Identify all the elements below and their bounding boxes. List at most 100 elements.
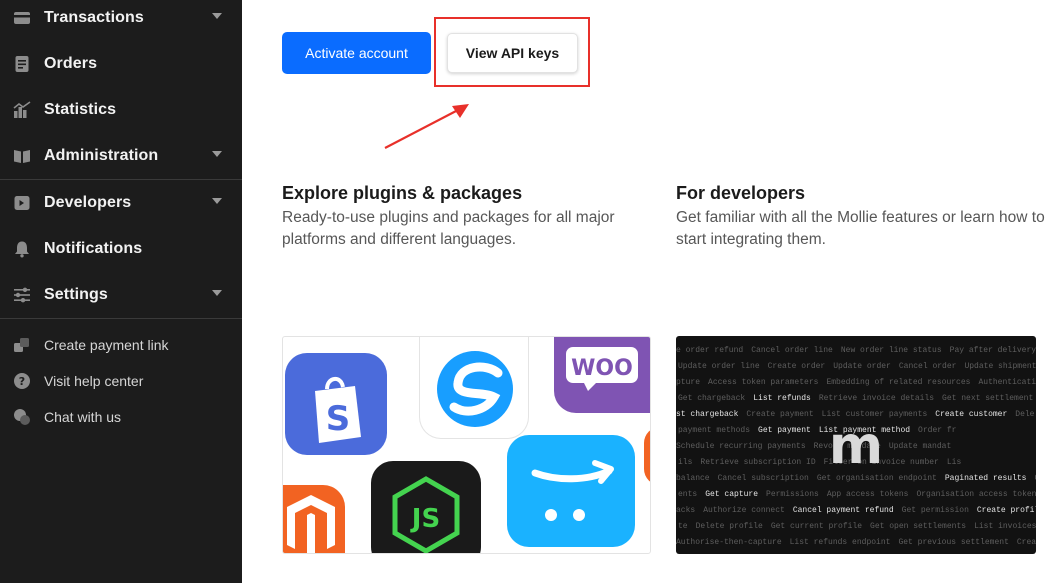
- chevron-down-icon[interactable]: [212, 151, 222, 157]
- api-endpoint-line: ents Get capture Permissions App access tok…: [678, 490, 1036, 499]
- sidebar-link-chat-with-us[interactable]: Chat with us: [0, 402, 242, 432]
- magento-logo-icon: [287, 495, 335, 553]
- api-endpoint-label: Creat: [1016, 538, 1036, 547]
- shopify-bag-icon: S: [315, 377, 361, 443]
- api-endpoint-label: Paginated results: [944, 474, 1027, 483]
- sidebar-item-statistics[interactable]: Statistics: [0, 90, 242, 130]
- api-endpoint-line: Get chargeback List refunds Retrieve invoi…: [678, 394, 1036, 403]
- api-endpoint-label: Permissions: [766, 490, 819, 499]
- api-endpoint-label: Create order: [767, 362, 826, 371]
- sidebar-link-create-payment-link[interactable]: Create payment link: [0, 330, 242, 360]
- woocommerce-tile: WOO: [554, 337, 650, 413]
- js-text: JS: [410, 504, 440, 534]
- app: Transactions Orders Statistics Administr…: [0, 0, 1055, 583]
- statistics-icon: [13, 101, 31, 118]
- api-endpoint-line: te Delete profile Get current profile Get o…: [678, 522, 1036, 531]
- sidebar-link-visit-help-center[interactable]: ? Visit help center: [0, 366, 242, 396]
- sidebar-link-label: Visit help center: [44, 373, 144, 389]
- api-endpoint-label: Organisation access tokens: [916, 490, 1036, 499]
- api-endpoint-label: Create profile: [976, 506, 1036, 515]
- api-endpoint-label: Update mandat: [888, 442, 952, 451]
- api-endpoint-label: App access tokens: [826, 490, 909, 499]
- shopping-cart-icon: [531, 460, 614, 521]
- api-endpoint-label: Cancel order line: [751, 346, 833, 355]
- api-endpoint-label: Get open settlements: [870, 522, 967, 531]
- nodejs-tile: JS: [371, 461, 481, 553]
- api-endpoint-label: Create customer: [935, 410, 1008, 419]
- api-endpoint-label: Order fr: [918, 426, 957, 435]
- api-endpoint-label: Get next settlement: [942, 394, 1034, 403]
- api-endpoint-label: Embedding of related resources: [826, 378, 971, 387]
- sidebar-item-developers[interactable]: Developers: [0, 183, 242, 223]
- sidebar-item-settings[interactable]: Settings: [0, 275, 242, 315]
- api-endpoint-label: Get capture: [705, 490, 759, 499]
- sidebar: Transactions Orders Statistics Administr…: [0, 0, 242, 583]
- sidebar-item-notifications[interactable]: Notifications: [0, 229, 242, 269]
- magento-tile: [283, 485, 345, 553]
- api-endpoint-label: Update shipment: [964, 362, 1036, 371]
- sidebar-item-label: Transactions: [44, 9, 144, 26]
- plugins-card[interactable]: S WOO JS: [282, 336, 651, 554]
- api-endpoint-label: Update order line: [678, 362, 760, 371]
- api-endpoint-line: balance Cancel subscription Get organisati…: [676, 474, 1036, 483]
- api-endpoint-label: Schedule recurring payments: [676, 442, 806, 451]
- chevron-down-icon[interactable]: [212, 13, 222, 19]
- api-endpoint-label: List refunds endpoint: [789, 538, 891, 547]
- woocommerce-logo-icon: WOO: [566, 347, 638, 391]
- api-endpoint-label: Access token parameters: [708, 378, 819, 387]
- plugins-section-title: Explore plugins & packages: [282, 183, 523, 203]
- api-endpoint-label: acks: [676, 506, 696, 515]
- sidebar-item-orders[interactable]: Orders: [0, 44, 242, 84]
- api-endpoint-label: Update order: [833, 362, 891, 371]
- api-endpoint-label: Cancel order: [898, 362, 957, 371]
- api-endpoint-label: pture: [676, 378, 701, 387]
- api-endpoint-label: Create payment: [746, 410, 814, 419]
- developers-card[interactable]: e order refund Cancel order line New order…: [676, 336, 1036, 554]
- api-endpoint-label: ents: [678, 490, 698, 499]
- chevron-down-icon[interactable]: [212, 290, 222, 296]
- sidebar-item-administration[interactable]: Administration: [0, 136, 242, 176]
- transactions-icon: [14, 12, 30, 24]
- activate-account-button[interactable]: Activate account: [282, 32, 431, 74]
- api-endpoint-label: Dele: [1015, 410, 1035, 419]
- api-endpoint-label: Get current profile: [770, 522, 863, 531]
- api-endpoint-label: balance: [676, 474, 710, 483]
- api-endpoint-label: New order line status: [840, 346, 942, 355]
- api-endpoint-label: st chargeback: [676, 410, 739, 419]
- sliders-icon: [14, 287, 30, 303]
- api-endpoint-label: Authorize connect: [703, 506, 785, 515]
- api-endpoint-line: Authorise-then-capture List refunds endpo…: [676, 538, 1036, 547]
- api-endpoint-label: Lis: [946, 458, 962, 467]
- chat-icon: [14, 409, 30, 425]
- nodejs-logo-icon: JS: [392, 476, 460, 553]
- chevron-down-icon[interactable]: [212, 198, 222, 204]
- sidebar-item-transactions[interactable]: Transactions: [0, 0, 242, 38]
- api-endpoint-label: Get previous settlement: [898, 538, 1009, 547]
- api-endpoint-label: Authenticati: [978, 378, 1036, 387]
- shopify-tile: S: [285, 353, 387, 455]
- api-endpoint-label: Retrieve invoice details: [818, 394, 935, 403]
- api-endpoint-label: Get permission: [901, 506, 969, 515]
- sidebar-item-label: Settings: [44, 286, 108, 303]
- annotation-highlight-box: [434, 17, 590, 87]
- mollie-logo-icon: m: [829, 427, 883, 469]
- developers-section-description: Get familiar with all the Mollie feature…: [676, 209, 1045, 248]
- mollie-logo-text: m: [829, 427, 883, 469]
- shopware-tile: [419, 337, 529, 439]
- api-endpoint-label: Delete profile: [695, 522, 763, 531]
- api-endpoint-label: e order refund: [676, 346, 744, 355]
- api-endpoint-label: Pay after delivery a: [949, 346, 1036, 355]
- sidebar-divider: [0, 318, 242, 319]
- api-endpoint-label: payment methods: [678, 426, 751, 435]
- api-endpoint-label: ils: [678, 458, 693, 467]
- sidebar-item-label: Notifications: [44, 240, 143, 257]
- bell-icon: [15, 241, 29, 258]
- api-endpoint-line: Schedule recurring payments Revoke mandat…: [676, 442, 959, 451]
- api-endpoint-line: payment methods Get payment List payment m…: [678, 426, 964, 435]
- sidebar-item-label: Developers: [44, 194, 132, 211]
- api-endpoint-line: Update order line Create order Update orde…: [678, 362, 1036, 371]
- sidebar-link-label: Chat with us: [44, 409, 122, 425]
- api-endpoint-label: te: [678, 522, 688, 531]
- api-endpoint-line: pture Access token parameters Embedding of…: [676, 378, 1036, 387]
- api-endpoint-label: Ge: [1034, 474, 1036, 483]
